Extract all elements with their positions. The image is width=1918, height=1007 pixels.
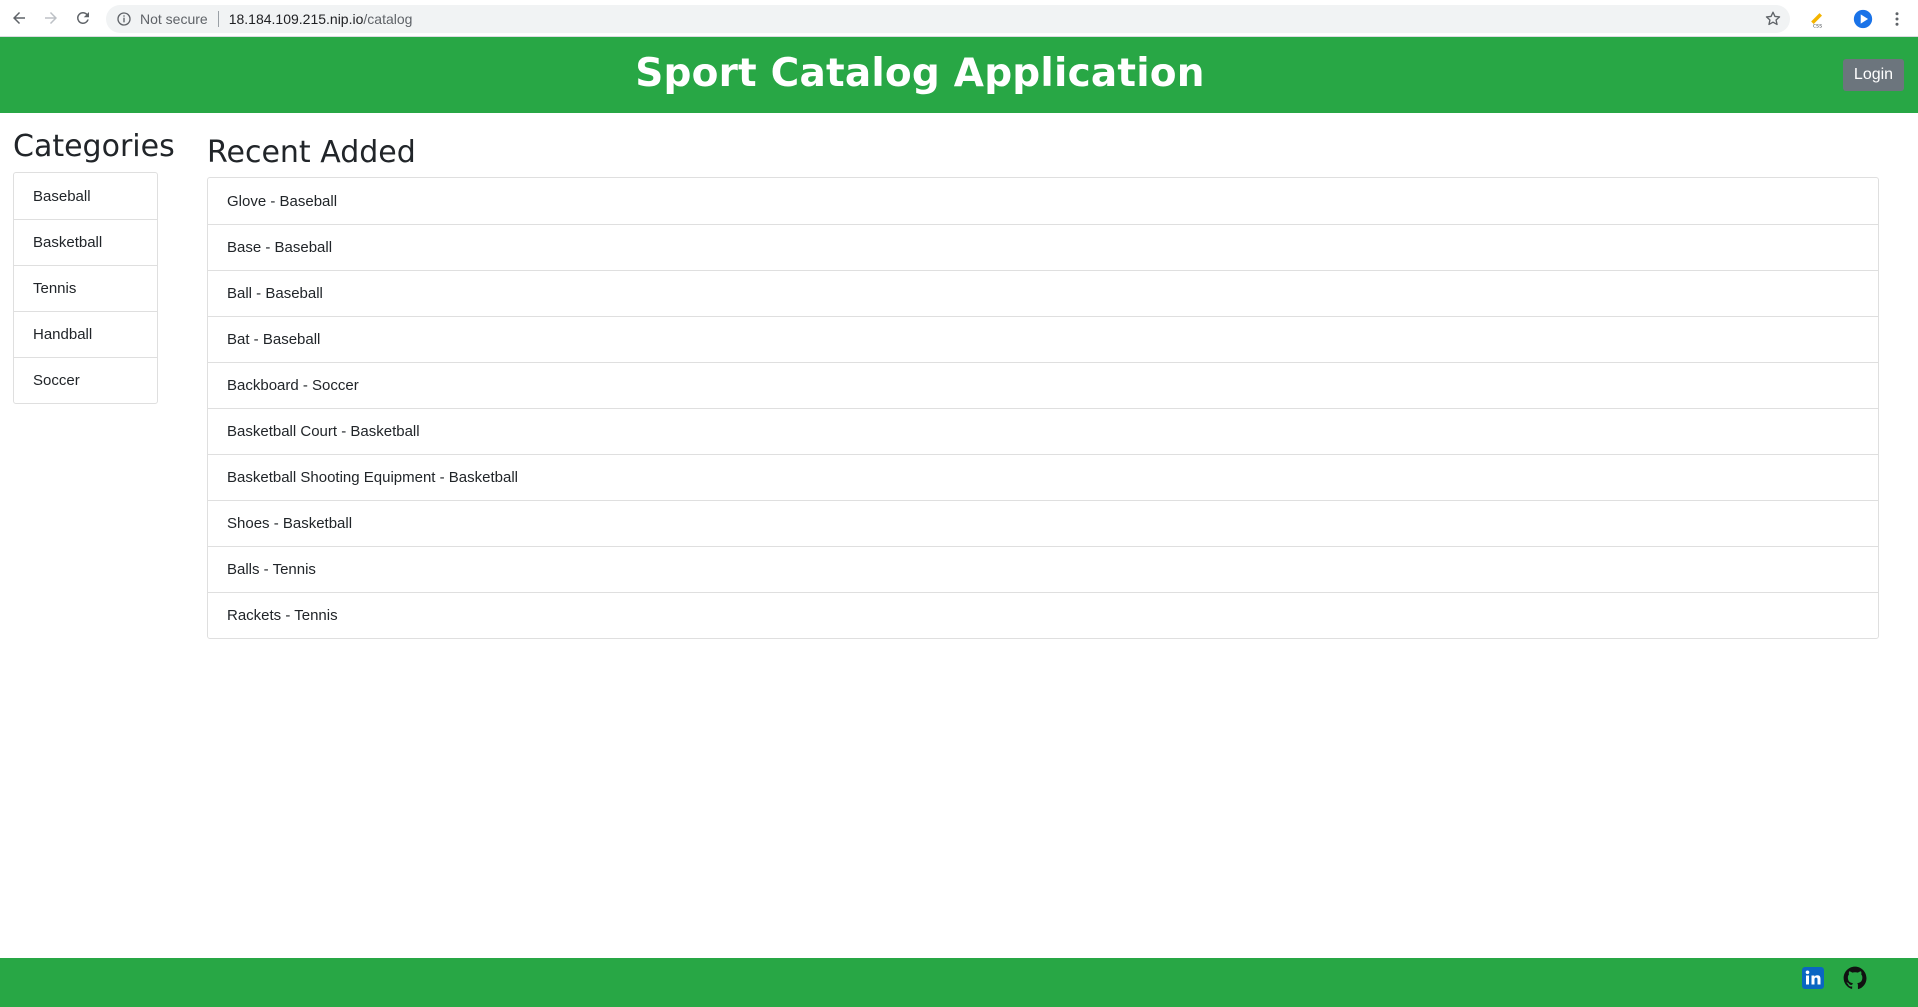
category-item-tennis[interactable]: Tennis — [14, 265, 157, 311]
recent-item[interactable]: Backboard - Soccer — [208, 362, 1878, 408]
category-item-soccer[interactable]: Soccer — [14, 357, 157, 403]
svg-text:css: css — [1813, 23, 1822, 29]
linkedin-icon[interactable] — [1800, 965, 1826, 991]
info-icon[interactable] — [116, 11, 132, 27]
category-item-handball[interactable]: Handball — [14, 311, 157, 357]
recent-item[interactable]: Shoes - Basketball — [208, 500, 1878, 546]
recent-added-section: Recent Added Glove - Baseball Base - Bas… — [207, 133, 1879, 639]
recent-item[interactable]: Base - Baseball — [208, 224, 1878, 270]
bookmark-star-icon[interactable] — [1764, 10, 1782, 28]
category-item-baseball[interactable]: Baseball — [14, 173, 157, 219]
category-item-basketball[interactable]: Basketball — [14, 219, 157, 265]
back-icon[interactable] — [6, 5, 32, 31]
app-title: Sport Catalog Application — [635, 51, 1205, 96]
app-header: Sport Catalog Application Login — [0, 37, 1918, 113]
categories-list: Baseball Basketball Tennis Handball Socc… — [13, 172, 158, 404]
recent-items-list: Glove - Baseball Base - Baseball Ball - … — [207, 177, 1879, 639]
recent-added-heading: Recent Added — [207, 135, 416, 170]
categories-heading: Categories — [13, 129, 175, 164]
recent-item[interactable]: Rackets - Tennis — [208, 592, 1878, 638]
browser-menu-icon[interactable] — [1886, 8, 1908, 30]
recent-item[interactable]: Basketball Shooting Equipment - Basketba… — [208, 454, 1878, 500]
url-host: 18.184.109.215.nip.io — [228, 11, 364, 27]
play-extension-icon[interactable] — [1852, 8, 1874, 30]
recent-item[interactable]: Basketball Court - Basketball — [208, 408, 1878, 454]
url-path: /catalog — [363, 11, 413, 27]
browser-toolbar: Not secure 18.184.109.215.nip.io/catalog… — [0, 0, 1918, 37]
recent-item[interactable]: Balls - Tennis — [208, 546, 1878, 592]
forward-icon[interactable] — [38, 5, 64, 31]
login-button[interactable]: Login — [1843, 59, 1904, 91]
recent-item[interactable]: Bat - Baseball — [208, 316, 1878, 362]
recent-item[interactable]: Glove - Baseball — [208, 178, 1878, 224]
app-footer — [0, 958, 1918, 1007]
categories-sidebar: Categories Baseball Basketball Tennis Ha… — [13, 128, 175, 404]
security-label: Not secure — [140, 11, 219, 27]
address-bar[interactable]: Not secure 18.184.109.215.nip.io/catalog — [106, 5, 1790, 33]
css-extension-icon[interactable]: css — [1806, 8, 1828, 30]
recent-item[interactable]: Ball - Baseball — [208, 270, 1878, 316]
reload-icon[interactable] — [70, 5, 96, 31]
github-icon[interactable] — [1842, 965, 1868, 991]
